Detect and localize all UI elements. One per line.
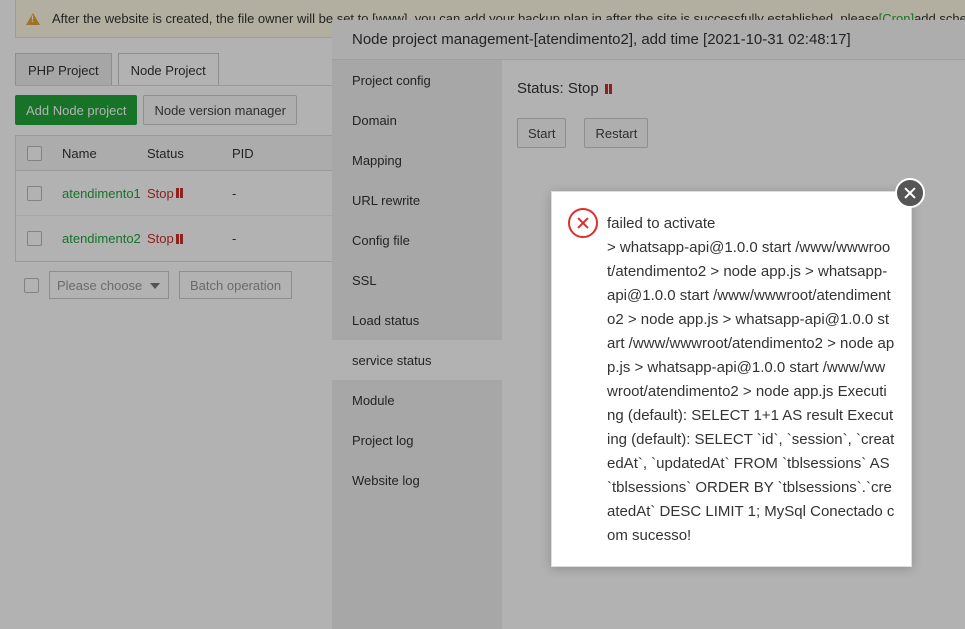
error-title: failed to activate [607, 215, 716, 232]
error-message: failed to activate > whatsapp-api@1.0.0 … [607, 212, 895, 548]
error-icon [568, 208, 598, 238]
error-details: > whatsapp-api@1.0.0 start /www/wwwroot/… [607, 239, 895, 544]
error-dialog: failed to activate > whatsapp-api@1.0.0 … [551, 191, 912, 567]
close-icon[interactable] [895, 178, 925, 208]
